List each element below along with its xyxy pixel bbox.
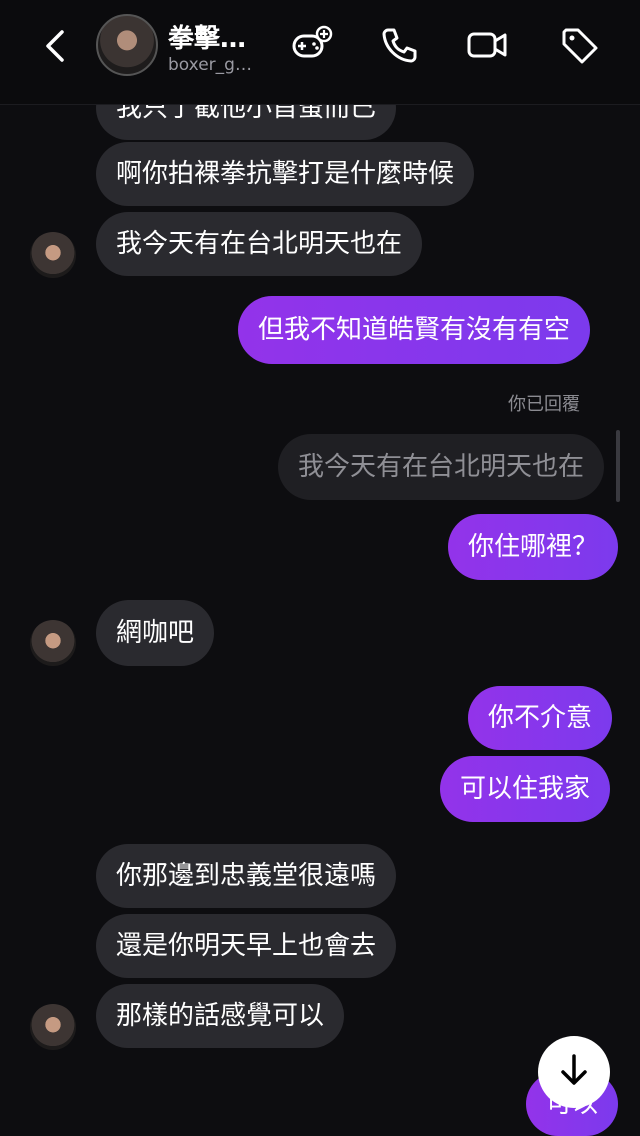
message-bubble-incoming[interactable]: 我今天有在台北明天也在 [96,212,423,276]
contact-username[interactable]: boxer_g… [168,55,252,75]
scrollbar[interactable] [616,430,620,502]
message-bubble-incoming[interactable]: 那樣的話感覺可以 [96,984,345,1048]
message-bubble-outgoing[interactable]: 你住哪裡？ [448,514,619,580]
phone-icon[interactable] [376,22,422,68]
message-bubble-incoming[interactable]: 你那邊到忠義堂很遠嗎 [96,844,397,908]
gamepad-add-icon[interactable] [288,22,334,68]
contact-name[interactable]: 拳擊… [168,18,246,55]
tag-icon[interactable] [556,22,602,68]
sender-avatar[interactable] [30,620,76,666]
replied-label: 你已回覆 [508,394,580,415]
contact-avatar[interactable] [96,14,158,76]
message-bubble-outgoing[interactable]: 但我不知道皓賢有沒有有空 [238,296,591,364]
back-chevron-icon[interactable] [38,26,74,66]
message-bubble-incoming[interactable]: 還是你明天早上也會去 [96,914,397,978]
arrow-down-icon [554,1050,594,1094]
message-bubble-incoming[interactable]: 啊你拍裸拳抗擊打是什麼時候 [96,142,475,206]
message-bubble-outgoing[interactable]: 你不介意 [468,686,613,750]
sender-avatar[interactable] [30,232,76,278]
sender-avatar[interactable] [30,1004,76,1050]
quoted-message[interactable]: 我今天有在台北明天也在 [278,434,605,500]
message-bubble-outgoing[interactable]: 可以住我家 [440,756,611,822]
message-bubble-incoming[interactable]: 網咖吧 [96,600,215,666]
message-list[interactable]: 我只了截他小首蚤而已 啊你拍裸拳抗擊打是什麼時候 我今天有在台北明天也在 但我不… [0,76,640,1136]
video-icon[interactable] [464,22,510,68]
scroll-to-bottom-button[interactable] [538,1036,610,1108]
chat-header: 拳擊… boxer_g… [0,0,640,105]
